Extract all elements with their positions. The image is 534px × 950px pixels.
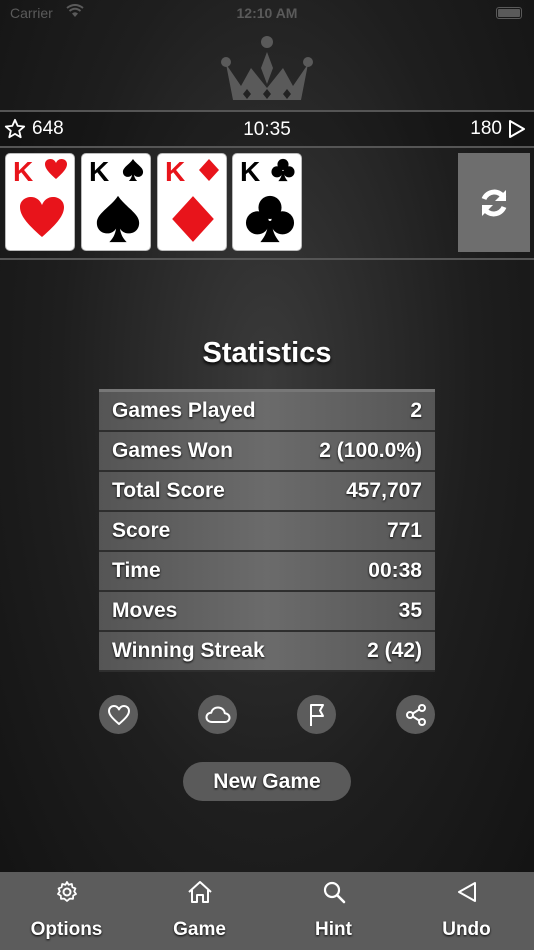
stats-value: 00:38 — [368, 559, 422, 582]
heart-icon — [107, 704, 130, 725]
info-bar: 648 10:35 180 — [0, 110, 534, 148]
card-rank: K — [240, 156, 261, 187]
tab-game[interactable]: Game — [133, 872, 266, 950]
stats-row-games-won: Games Won 2 (100.0%) — [99, 432, 435, 472]
stats-value: 2 (100.0%) — [319, 439, 422, 462]
club-suit-icon — [271, 158, 295, 182]
share-button[interactable] — [396, 695, 435, 734]
search-icon — [323, 881, 345, 904]
diamond-suit-icon — [199, 159, 219, 181]
stats-row-total-score: Total Score 457,707 — [99, 472, 435, 512]
tab-undo[interactable]: Undo — [400, 872, 533, 950]
tab-label: Game — [173, 919, 226, 940]
spade-suit-icon — [96, 195, 140, 243]
back-triangle-icon — [457, 882, 476, 902]
tab-bar: Options Game Hint Undo — [0, 872, 534, 950]
moves-value: 180 — [470, 118, 502, 139]
foundation-row: K K K K — [0, 150, 534, 260]
heart-suit-icon — [20, 197, 64, 237]
card-rank: K — [13, 156, 34, 187]
tab-label: Options — [30, 919, 103, 940]
cloud-icon — [205, 706, 230, 723]
spade-suit-icon — [122, 159, 144, 181]
gear-icon — [56, 881, 77, 902]
stats-value: 457,707 — [346, 479, 422, 502]
card-king-of-spades[interactable]: K — [81, 153, 151, 251]
home-icon — [187, 881, 212, 903]
stats-row-games-played: Games Played 2 — [99, 392, 435, 432]
heart-suit-icon — [45, 159, 67, 179]
card-king-of-hearts[interactable]: K — [5, 153, 75, 251]
stats-row-time: Time 00:38 — [99, 552, 435, 592]
stats-label: Time — [112, 559, 161, 582]
stats-label: Games Won — [112, 439, 233, 462]
redeal-button[interactable] — [458, 153, 530, 252]
favorite-button[interactable] — [99, 695, 138, 734]
stats-title: Statistics — [202, 337, 332, 369]
battery-icon — [496, 7, 522, 19]
stats-row-moves: Moves 35 — [99, 592, 435, 632]
stats-label: Total Score — [112, 479, 225, 502]
tab-label: Hint — [315, 919, 352, 940]
stats-label: Score — [112, 519, 171, 542]
crown-icon — [221, 36, 313, 100]
diamond-suit-icon — [172, 196, 214, 242]
new-game-button[interactable]: New Game — [183, 762, 351, 801]
stats-row-score: Score 771 — [99, 512, 435, 552]
club-suit-icon — [245, 195, 295, 243]
cloud-sync-button[interactable] — [198, 695, 237, 734]
stats-value: 2 — [410, 399, 422, 422]
stats-value: 2 (42) — [367, 639, 422, 662]
tab-hint[interactable]: Hint — [267, 872, 400, 950]
stats-row-winning-streak: Winning Streak 2 (42) — [99, 632, 435, 672]
status-bar: Carrier 12:10 AM — [0, 0, 534, 28]
stats-label: Moves — [112, 599, 178, 622]
tab-options[interactable]: Options — [0, 872, 133, 950]
game-timer: 10:35 — [243, 119, 291, 140]
refresh-icon — [481, 189, 507, 216]
stats-label: Games Played — [112, 399, 256, 422]
report-button[interactable] — [297, 695, 336, 734]
card-king-of-diamonds[interactable]: K — [157, 153, 227, 251]
stats-value: 771 — [386, 519, 422, 542]
stats-label: Winning Streak — [112, 639, 265, 662]
card-rank: K — [89, 156, 110, 187]
flag-icon — [309, 703, 324, 726]
stats-table: Games Played 2 Games Won 2 (100.0%) Tota… — [99, 389, 435, 672]
moves-counter: 180 — [470, 118, 526, 140]
share-icon — [405, 703, 426, 726]
card-rank: K — [165, 156, 186, 187]
action-buttons — [0, 695, 534, 735]
status-time: 12:10 AM — [236, 5, 298, 21]
card-king-of-clubs[interactable]: K — [232, 153, 302, 251]
tab-label: Undo — [442, 919, 491, 940]
play-icon — [509, 120, 525, 138]
stats-value: 35 — [398, 599, 422, 622]
